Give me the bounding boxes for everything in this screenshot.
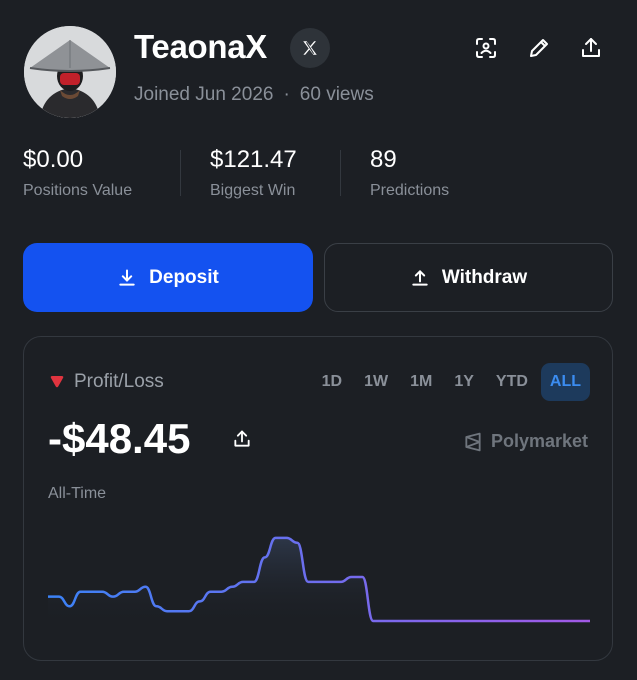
avatar-image (24, 26, 116, 118)
username: TeaonaX (134, 28, 267, 65)
face-scan-icon (476, 38, 496, 58)
polymarket-logo-icon (465, 432, 481, 451)
timeframe-tabs: 1D 1W 1M 1Y YTD ALL (313, 363, 590, 401)
view-count: 60 views (299, 84, 374, 105)
profit-loss-header: Profit/Loss (50, 371, 164, 393)
profit-loss-card: Profit/Loss 1D 1W 1M 1Y YTD ALL -$48.45 … (23, 336, 613, 661)
tab-1w[interactable]: 1W (355, 363, 397, 401)
meta-separator: · (283, 84, 290, 105)
stat-value: 89 (370, 146, 397, 173)
avatar[interactable] (24, 26, 116, 118)
stat-biggest-win: $121.47 Biggest Win (210, 146, 297, 200)
upload-icon (412, 269, 428, 286)
tab-1m[interactable]: 1M (401, 363, 441, 401)
tab-all[interactable]: ALL (540, 363, 590, 401)
deposit-button[interactable]: Deposit (23, 243, 313, 312)
profit-loss-label: Profit/Loss (74, 371, 164, 392)
tab-1y[interactable]: 1Y (445, 363, 483, 401)
brand-name: Polymarket (490, 431, 588, 451)
x-profile-link[interactable] (290, 28, 330, 68)
divider (340, 150, 341, 196)
stat-label: Predictions (370, 182, 450, 199)
share-icon (582, 38, 600, 57)
profit-loss-value: -$48.45 (48, 415, 191, 462)
withdraw-label: Withdraw (441, 266, 528, 288)
share-icon (234, 430, 250, 447)
stat-value: $0.00 (23, 146, 84, 173)
profit-loss-chart (48, 536, 590, 627)
face-scan-button[interactable] (472, 34, 500, 62)
tab-1d[interactable]: 1D (313, 363, 351, 401)
profile-meta: Joined Jun 2026 · 60 views (134, 84, 374, 106)
stat-label: Positions Value (23, 182, 133, 199)
period-label: All-Time (48, 485, 107, 502)
down-indicator-icon (50, 376, 64, 388)
share-profile-button[interactable] (577, 34, 605, 62)
tab-ytd[interactable]: YTD (487, 363, 537, 401)
stat-value: $121.47 (210, 146, 297, 173)
divider (180, 150, 181, 196)
withdraw-button[interactable]: Withdraw (324, 243, 613, 312)
share-pnl-button[interactable] (232, 429, 254, 451)
download-icon (119, 269, 135, 286)
x-logo-icon (303, 41, 317, 55)
pencil-icon (530, 39, 548, 57)
stat-predictions: 89 Predictions (370, 146, 449, 200)
edit-profile-button[interactable] (525, 34, 553, 62)
joined-date: Joined Jun 2026 (134, 84, 274, 105)
stat-positions-value: $0.00 Positions Value (23, 146, 132, 200)
deposit-label: Deposit (149, 266, 219, 288)
polymarket-brand: Polymarket (463, 431, 588, 452)
stat-label: Biggest Win (210, 182, 296, 199)
